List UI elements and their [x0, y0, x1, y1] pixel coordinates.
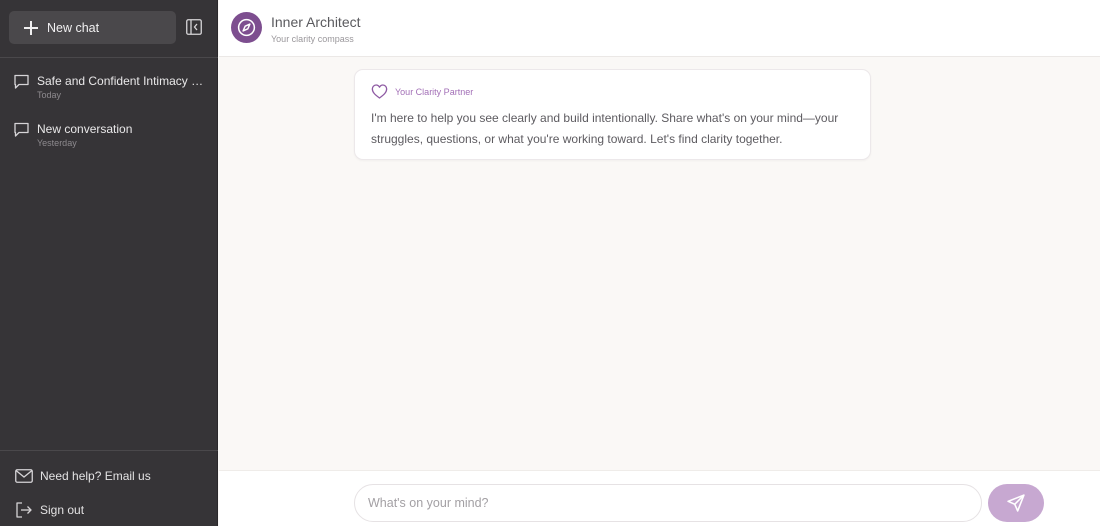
message-input[interactable] — [354, 484, 982, 522]
message-sender: Your Clarity Partner — [395, 86, 474, 97]
send-icon — [1007, 494, 1025, 512]
conversation-item[interactable]: Safe and Confident Intimacy Planning Tod… — [0, 71, 218, 111]
sign-out-button[interactable]: Sign out — [0, 499, 218, 521]
message-header: Your Clarity Partner — [371, 84, 473, 99]
app-header: Inner Architect Your clarity compass — [219, 0, 1100, 57]
sidebar: New chat Safe and Confident Intimacy Pla… — [0, 0, 218, 526]
conversation-title: New conversation — [37, 122, 133, 136]
conversation-title: Safe and Confident Intimacy Planning — [37, 74, 209, 88]
message-text: I'm here to help you see clearly and bui… — [371, 111, 839, 146]
app-subtitle: Your clarity compass — [271, 34, 354, 44]
sidebar-footer-divider — [0, 450, 218, 451]
conversation-date: Today — [37, 90, 62, 100]
assistant-message: Your Clarity Partner I'm here to help yo… — [354, 69, 871, 160]
compass-icon — [231, 12, 262, 43]
composer — [219, 470, 1100, 526]
conversation-date: Yesterday — [37, 138, 77, 148]
sidebar-divider — [0, 57, 218, 58]
plus-icon — [24, 20, 38, 35]
app-title: Inner Architect — [271, 14, 361, 30]
heart-icon — [371, 84, 388, 99]
send-button[interactable] — [988, 484, 1044, 522]
new-chat-button[interactable]: New chat — [9, 11, 176, 44]
help-email-link[interactable]: Need help? Email us — [0, 465, 218, 487]
chat-bubble-icon — [14, 74, 29, 89]
mail-icon — [15, 469, 33, 483]
new-chat-label: New chat — [47, 20, 100, 35]
collapse-sidebar-icon[interactable] — [186, 19, 202, 35]
conversation-item[interactable]: New conversation Yesterday — [0, 119, 218, 159]
chat-bubble-icon — [14, 122, 29, 137]
sign-out-label: Sign out — [40, 503, 85, 517]
sign-out-icon — [16, 502, 32, 518]
help-label: Need help? Email us — [40, 469, 151, 483]
